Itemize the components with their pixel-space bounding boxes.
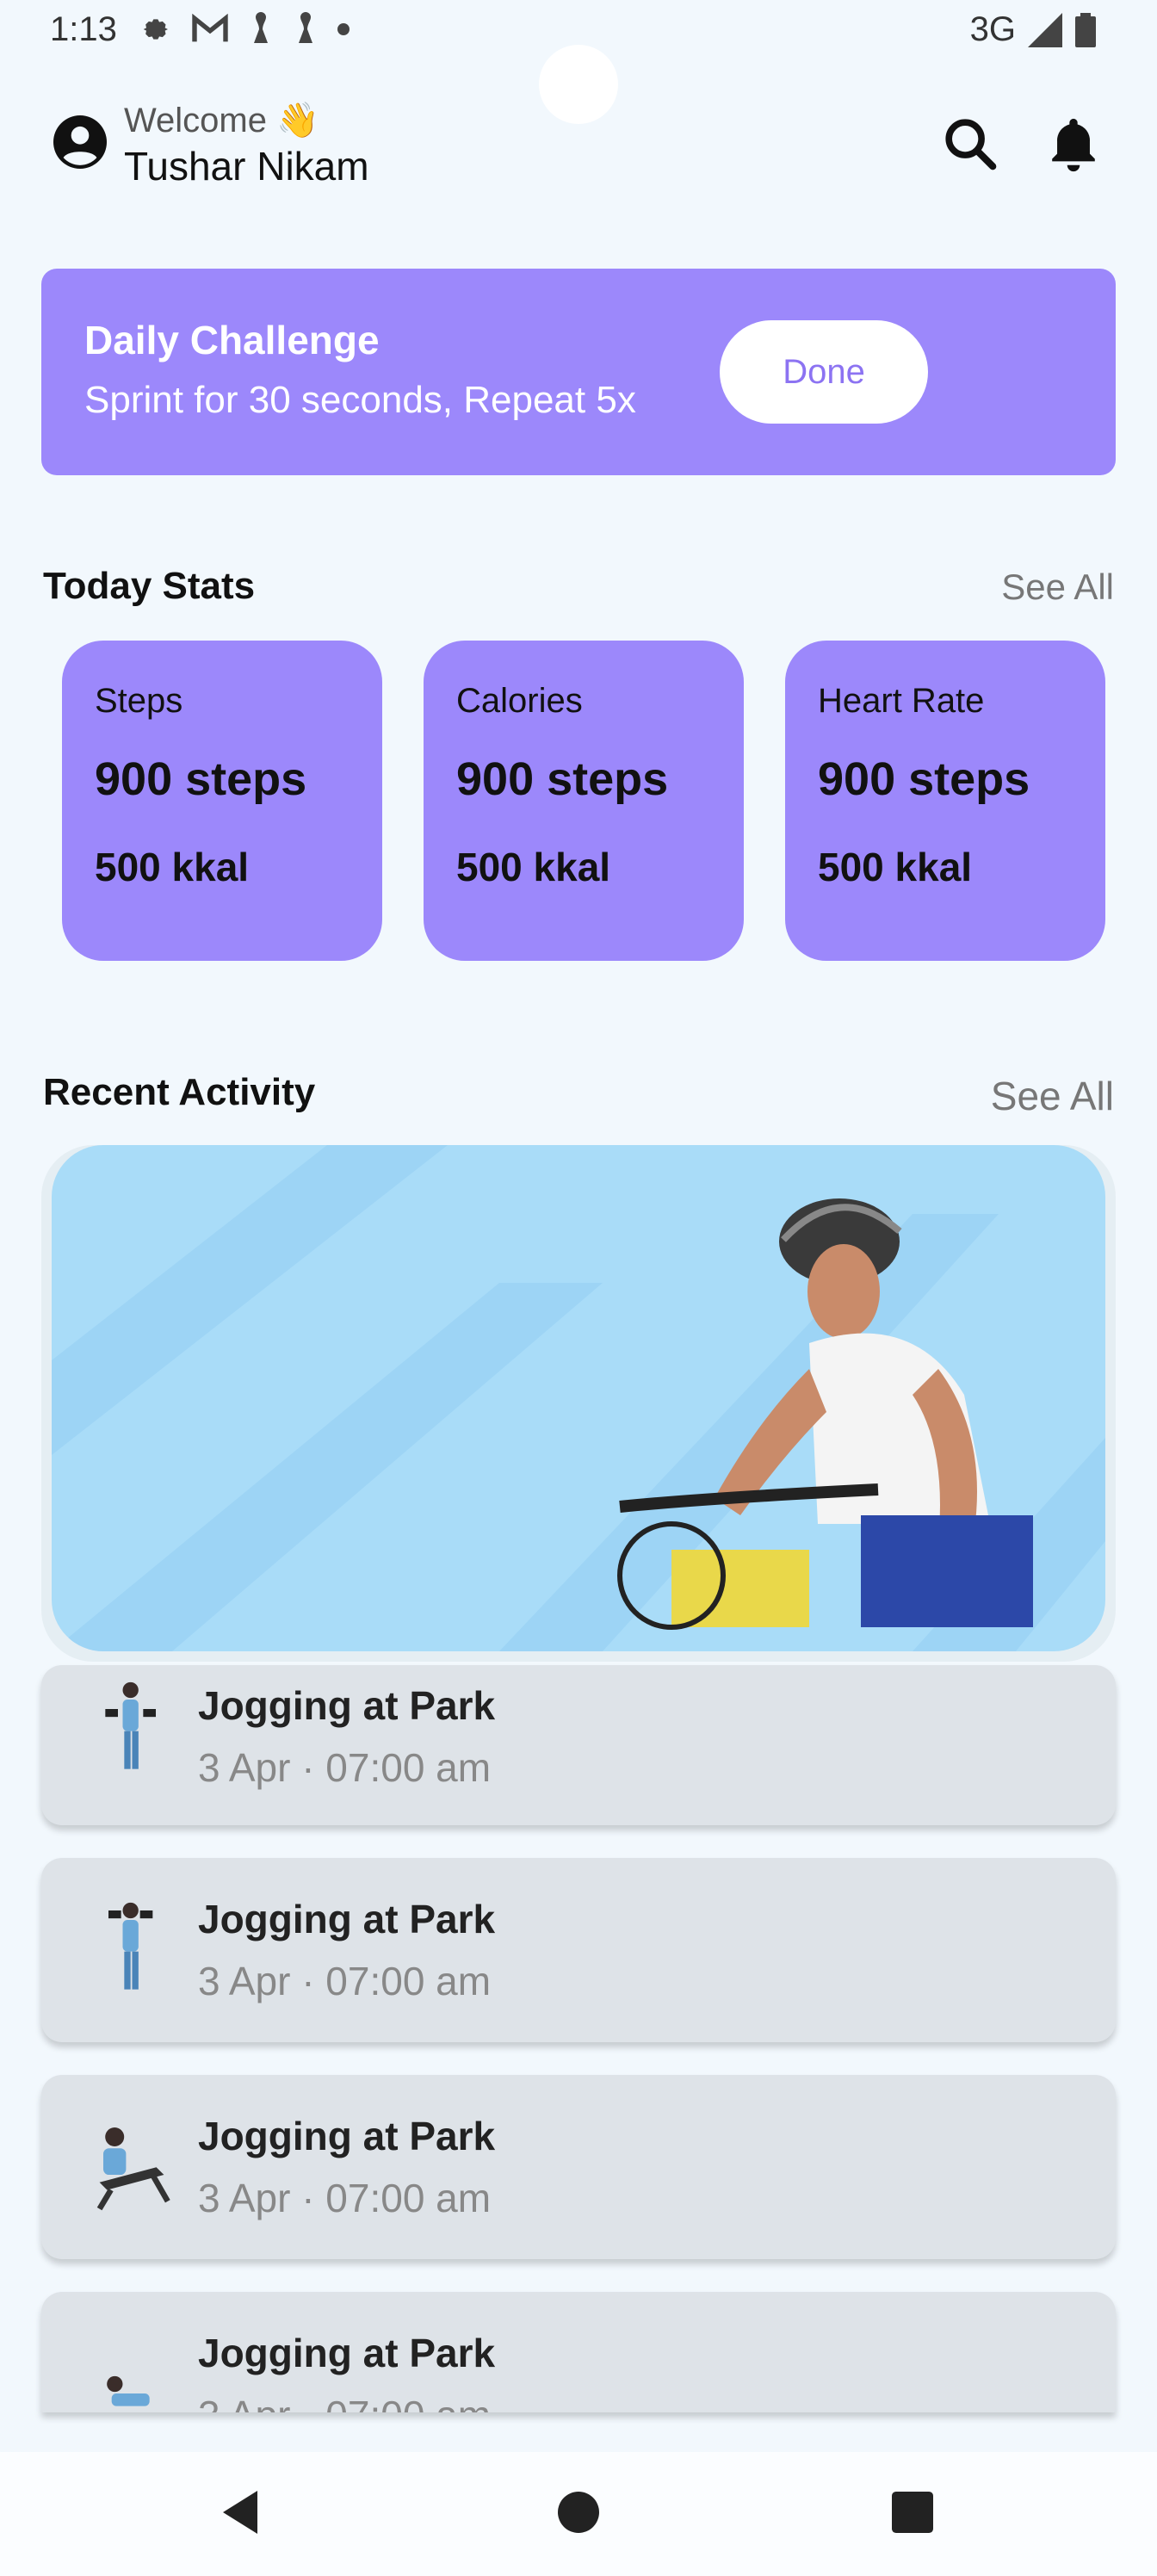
activity-item[interactable]: Jogging at Park 3 Apr · 07:00 am	[41, 2075, 1116, 2259]
gear-icon	[143, 19, 168, 40]
chess-piece-icon	[299, 12, 312, 43]
today-stats-see-all[interactable]: See All	[1001, 567, 1114, 608]
stat-value: 900 steps	[456, 753, 669, 805]
cyclist-illustration	[52, 1145, 1105, 1651]
search-icon[interactable]	[940, 114, 1000, 174]
stat-value: 900 steps	[818, 753, 1030, 805]
status-time: 1:13	[50, 10, 117, 48]
stat-subvalue: 500 kkal	[818, 845, 973, 889]
activity-item[interactable]: Jogging at Park 3 Apr · 07:00 am	[41, 1665, 1116, 1825]
home-icon[interactable]	[558, 2492, 599, 2533]
stat-card-calories[interactable]: Calories 900 steps 500 kkal	[424, 641, 744, 961]
welcome-text: Welcome 👋	[124, 102, 319, 139]
signal-icon	[1028, 12, 1062, 47]
system-navigation-bar	[0, 2452, 1157, 2576]
activity-hero-banner[interactable]	[41, 1145, 1116, 1662]
activity-title: Jogging at Park	[198, 1897, 496, 1941]
stat-label: Calories	[456, 682, 583, 720]
done-button[interactable]: Done	[720, 320, 928, 424]
activity-subtitle: 3 Apr · 07:00 am	[198, 1959, 492, 2003]
gmail-icon	[192, 14, 228, 42]
today-stats-title: Today Stats	[43, 565, 256, 607]
recents-icon[interactable]	[892, 2492, 933, 2533]
activity-item[interactable]: Jogging at Park 3 Apr · 07:00 am	[41, 1858, 1116, 2042]
battery-icon	[1075, 12, 1096, 47]
account-icon[interactable]	[53, 115, 107, 169]
stat-label: Steps	[95, 682, 183, 720]
stat-value: 900 steps	[95, 753, 307, 805]
back-icon[interactable]	[219, 2488, 262, 2536]
daily-challenge-card: Daily Challenge Sprint for 30 seconds, R…	[41, 269, 1116, 475]
activity-title: Jogging at Park	[198, 1683, 496, 1728]
workout-figure-icon	[105, 1681, 156, 1769]
stat-subvalue: 500 kkal	[456, 845, 611, 889]
recent-activity-title: Recent Activity	[43, 1071, 316, 1113]
bench-workout-icon	[96, 2127, 170, 2211]
stat-subvalue: 500 kkal	[95, 845, 250, 889]
system-status: 3G	[970, 10, 1097, 49]
activity-subtitle: 3 Apr · 07:00 am	[198, 2176, 492, 2220]
stat-label: Heart Rate	[818, 682, 985, 720]
activity-subtitle: 3 Apr · 07:00 am	[198, 1745, 492, 1790]
stat-card-heart-rate[interactable]: Heart Rate 900 steps 500 kkal	[785, 641, 1105, 961]
workout-figure-icon	[107, 2375, 150, 2406]
header: Welcome 👋 Tushar Nikam	[53, 95, 1104, 198]
challenge-title: Daily Challenge	[84, 318, 380, 362]
activity-item[interactable]: Jogging at Park 3 Apr · 07:00 am	[41, 2292, 1116, 2412]
user-name: Tushar Nikam	[124, 144, 369, 189]
hero-image-area	[52, 1145, 1105, 1651]
challenge-description: Sprint for 30 seconds, Repeat 5x	[84, 379, 636, 421]
network-type: 3G	[969, 10, 1016, 48]
activity-subtitle: 3 Apr · 07:00 am	[198, 2392, 491, 2412]
stat-card-steps[interactable]: Steps 900 steps 500 kkal	[62, 641, 382, 961]
activity-title: Jogging at Park	[198, 2114, 496, 2158]
workout-figure-icon	[108, 1902, 153, 1990]
activity-title: Jogging at Park	[198, 2331, 496, 2375]
bell-icon[interactable]	[1043, 114, 1104, 174]
chess-piece-icon	[254, 12, 268, 43]
dot-icon	[337, 23, 350, 35]
notification-icons	[138, 12, 350, 46]
recent-activity-see-all[interactable]: See All	[991, 1073, 1114, 1119]
